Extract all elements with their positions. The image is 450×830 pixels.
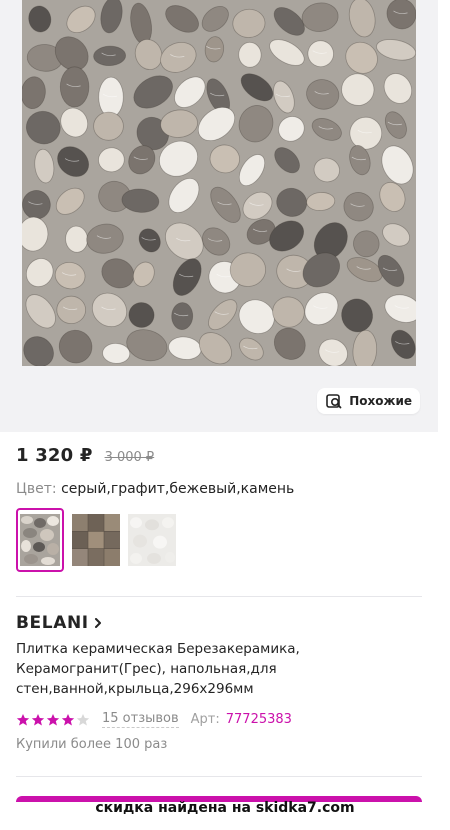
product-photo[interactable]: [22, 0, 416, 366]
color-label: Цвет:: [16, 481, 57, 497]
star-icon: [61, 713, 75, 725]
swatch-light[interactable]: [128, 508, 176, 572]
article-number[interactable]: 77725383: [226, 712, 292, 727]
swatch-pebble[interactable]: [16, 508, 64, 572]
star-icon: [16, 713, 30, 725]
similar-label: Похожие: [349, 394, 412, 408]
similar-button[interactable]: Похожие: [317, 388, 420, 414]
star-icon: [46, 713, 60, 725]
product-gallery: Похожие: [0, 0, 438, 432]
divider: [16, 776, 422, 777]
divider: [16, 596, 422, 597]
rating-row: 15 отзывов Арт: 77725383: [16, 711, 292, 728]
star-icon: [31, 713, 45, 725]
current-price: 1 320 ₽: [16, 445, 93, 466]
swatch-pebble-thumb: [20, 514, 60, 566]
price-row: 1 320 ₽ 3 000 ₽: [16, 445, 154, 466]
swatch-mosaic[interactable]: [72, 508, 120, 572]
star-icon: [76, 713, 90, 725]
product-title: Плитка керамическая Березакерамика, Кера…: [16, 641, 300, 697]
bought-count: Купили более 100 раз: [16, 737, 168, 752]
rating-stars: [16, 713, 90, 727]
reviews-link[interactable]: 15 отзывов: [102, 711, 179, 728]
promo-banner: скидка найдена на skidka7.com: [95, 800, 355, 816]
pebble-tile-image: [22, 0, 416, 366]
swatch-light-thumb: [128, 514, 176, 566]
brand-name: BELANI: [16, 613, 89, 633]
color-value: серый,графит,бежевый,камень: [61, 481, 295, 497]
article-label: Арт:: [190, 712, 220, 727]
color-swatches: [16, 508, 176, 572]
color-row: Цвет: серый,графит,бежевый,камень: [16, 481, 294, 497]
brand-link[interactable]: BELANI: [16, 613, 103, 633]
old-price: 3 000 ₽: [104, 450, 155, 465]
search-image-icon: [325, 392, 343, 410]
swatch-mosaic-thumb: [72, 514, 120, 566]
chevron-right-icon: [93, 613, 103, 633]
